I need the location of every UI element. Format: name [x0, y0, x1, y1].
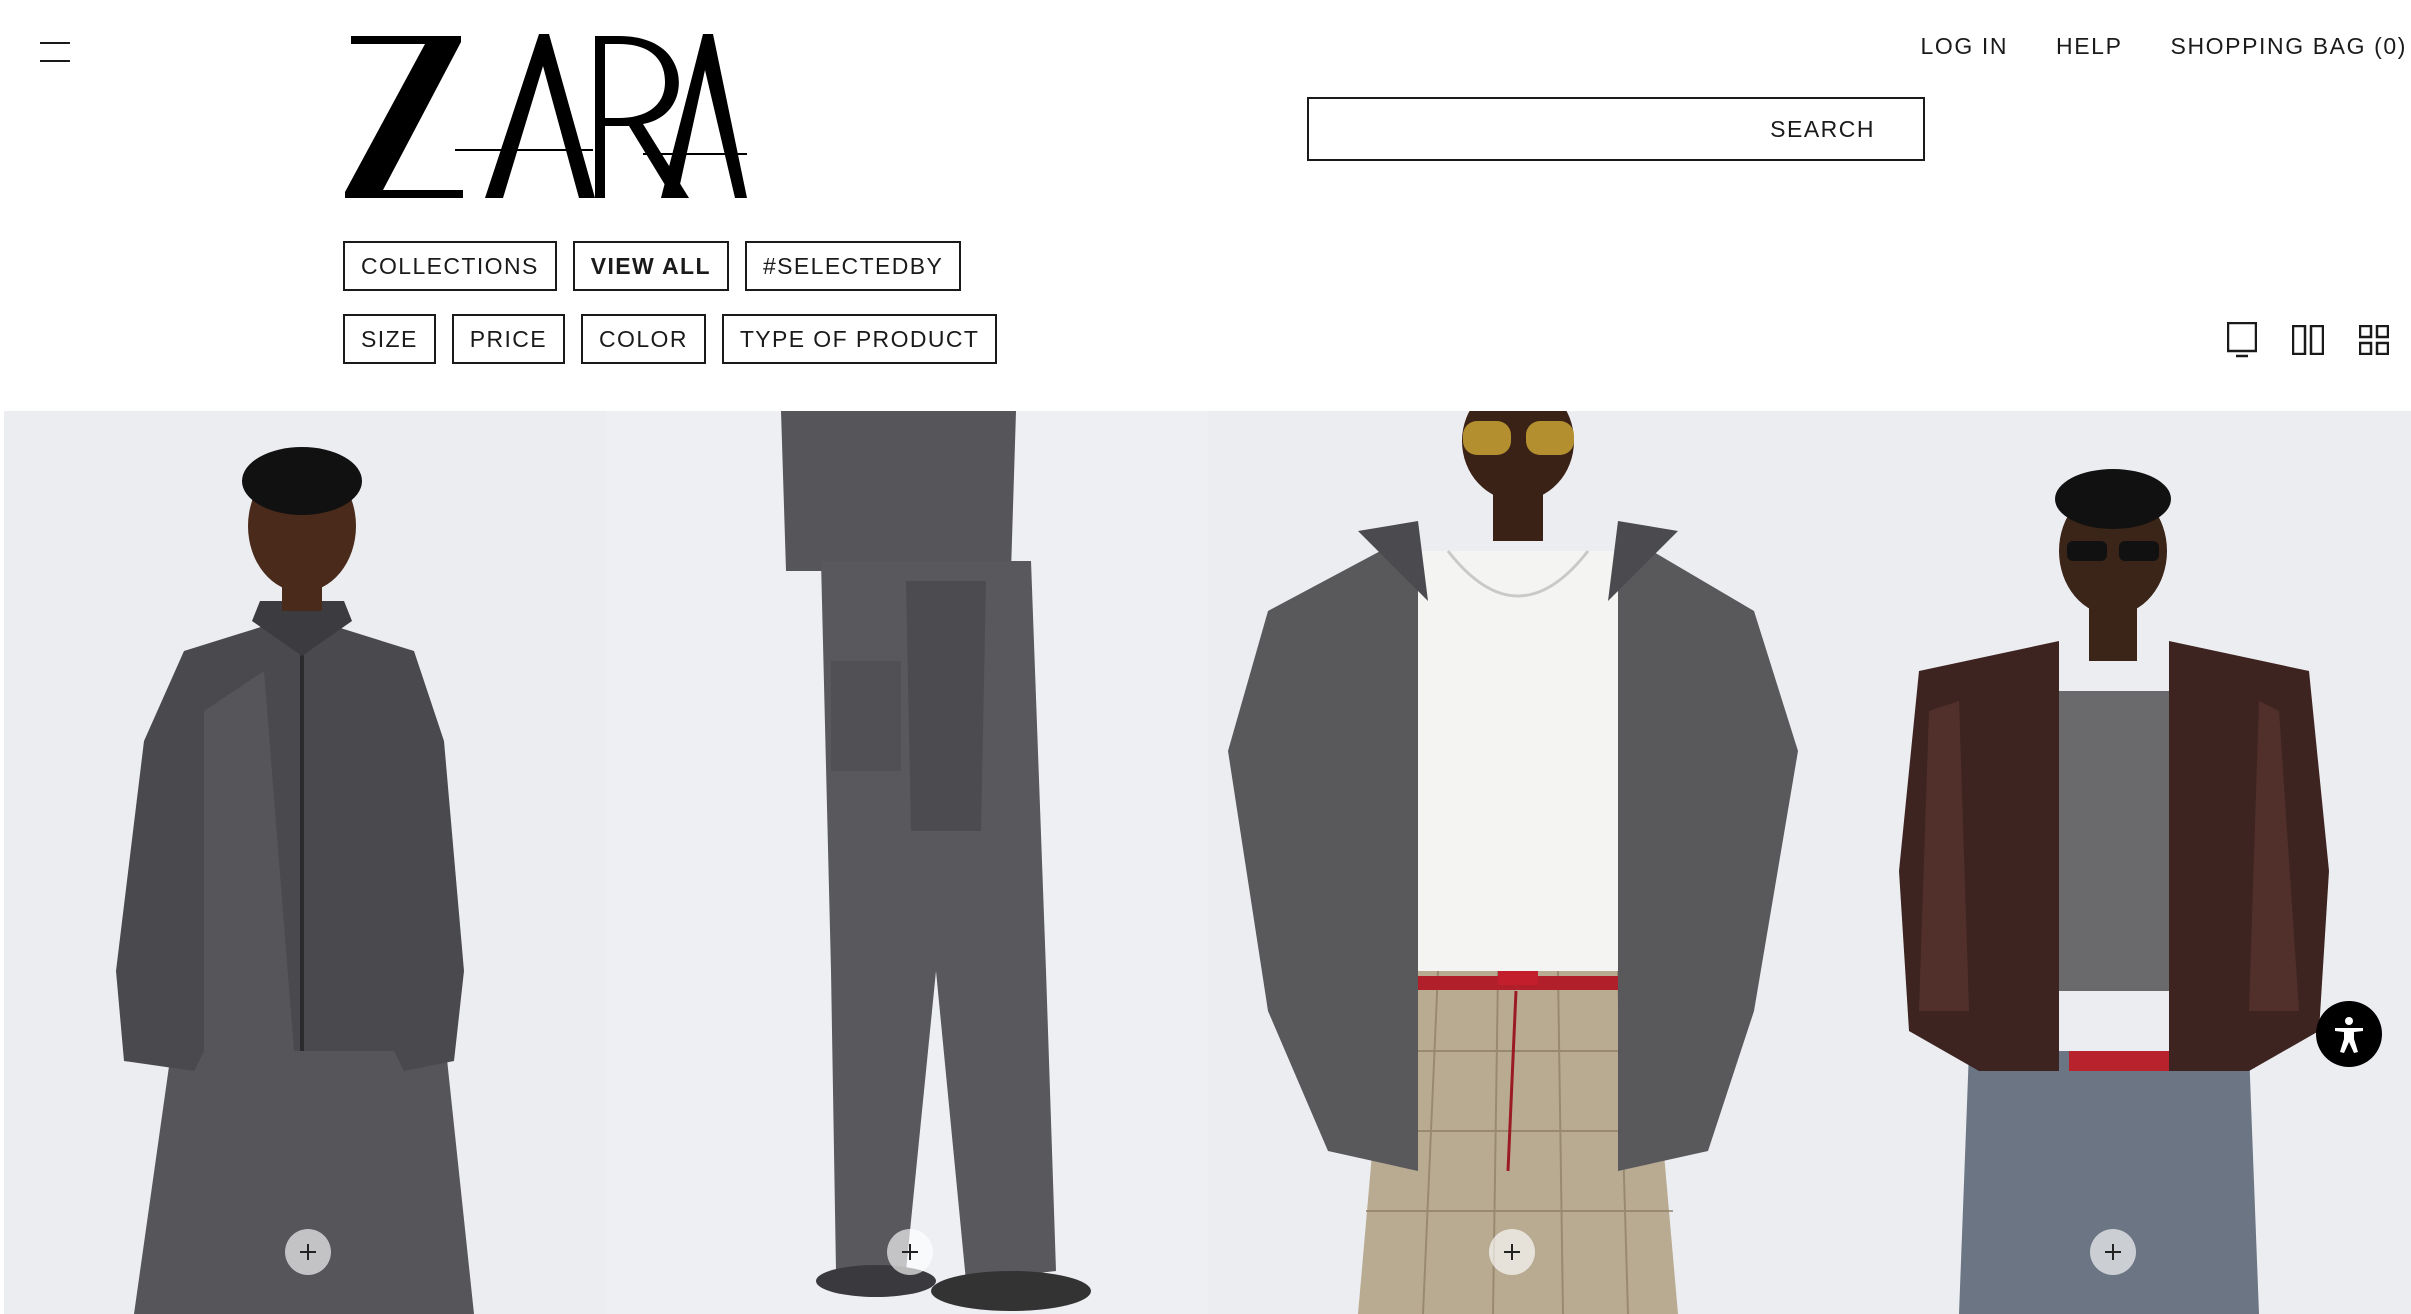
model-photo-gray-hoodie-plaid-skirt-icon [1207, 411, 1810, 1314]
filter-selectedby[interactable]: #SELECTEDBY [744, 241, 962, 291]
two-column-view-icon[interactable] [2291, 322, 2325, 358]
product-card[interactable] [4, 411, 606, 1314]
add-to-bag-icon[interactable] [1488, 1229, 1535, 1275]
category-filters: COLLECTIONS VIEW ALL #SELECTEDBY [343, 241, 962, 291]
login-link[interactable]: LOG IN [1920, 33, 2008, 60]
product-grid [4, 411, 2411, 1314]
model-photo-gray-wide-jeans-icon [605, 411, 1208, 1314]
product-card[interactable] [1207, 411, 1810, 1314]
add-to-bag-icon[interactable] [886, 1229, 933, 1275]
add-to-bag-icon[interactable] [2090, 1229, 2137, 1275]
add-to-bag-icon[interactable] [285, 1229, 331, 1275]
top-navigation: LOG IN HELP SHOPPING BAG (0) [1920, 33, 2407, 60]
filter-view-all[interactable]: VIEW ALL [572, 241, 729, 291]
help-link[interactable]: HELP [2056, 33, 2122, 60]
filter-price[interactable]: PRICE [451, 314, 566, 364]
model-photo-brown-leather-jacket-icon [1809, 411, 2411, 1314]
model-photo-gray-denim-jacket-icon [4, 411, 606, 1314]
shopping-bag-link[interactable]: SHOPPING BAG (0) [2171, 33, 2407, 60]
accessibility-icon[interactable] [2316, 1001, 2382, 1067]
menu-icon[interactable] [40, 40, 70, 64]
search-input[interactable] [1309, 99, 1739, 159]
page: LOG IN HELP SHOPPING BAG (0) SEARCH COLL… [0, 0, 2411, 1314]
filter-type-of-product[interactable]: TYPE OF PRODUCT [721, 314, 998, 364]
filter-size[interactable]: SIZE [343, 314, 436, 364]
product-card[interactable] [605, 411, 1208, 1314]
view-mode-toggles [2225, 322, 2411, 358]
filter-color[interactable]: COLOR [581, 314, 706, 364]
filter-collections[interactable]: COLLECTIONS [343, 241, 557, 291]
search-label[interactable]: SEARCH [1770, 116, 1875, 143]
product-card[interactable] [1809, 411, 2411, 1314]
grid-view-icon[interactable] [2357, 322, 2391, 358]
facet-filters: SIZE PRICE COLOR TYPE OF PRODUCT [343, 314, 998, 364]
zara-logo[interactable] [343, 30, 748, 200]
single-column-view-icon[interactable] [2225, 322, 2259, 358]
search-box[interactable]: SEARCH [1307, 97, 1925, 161]
